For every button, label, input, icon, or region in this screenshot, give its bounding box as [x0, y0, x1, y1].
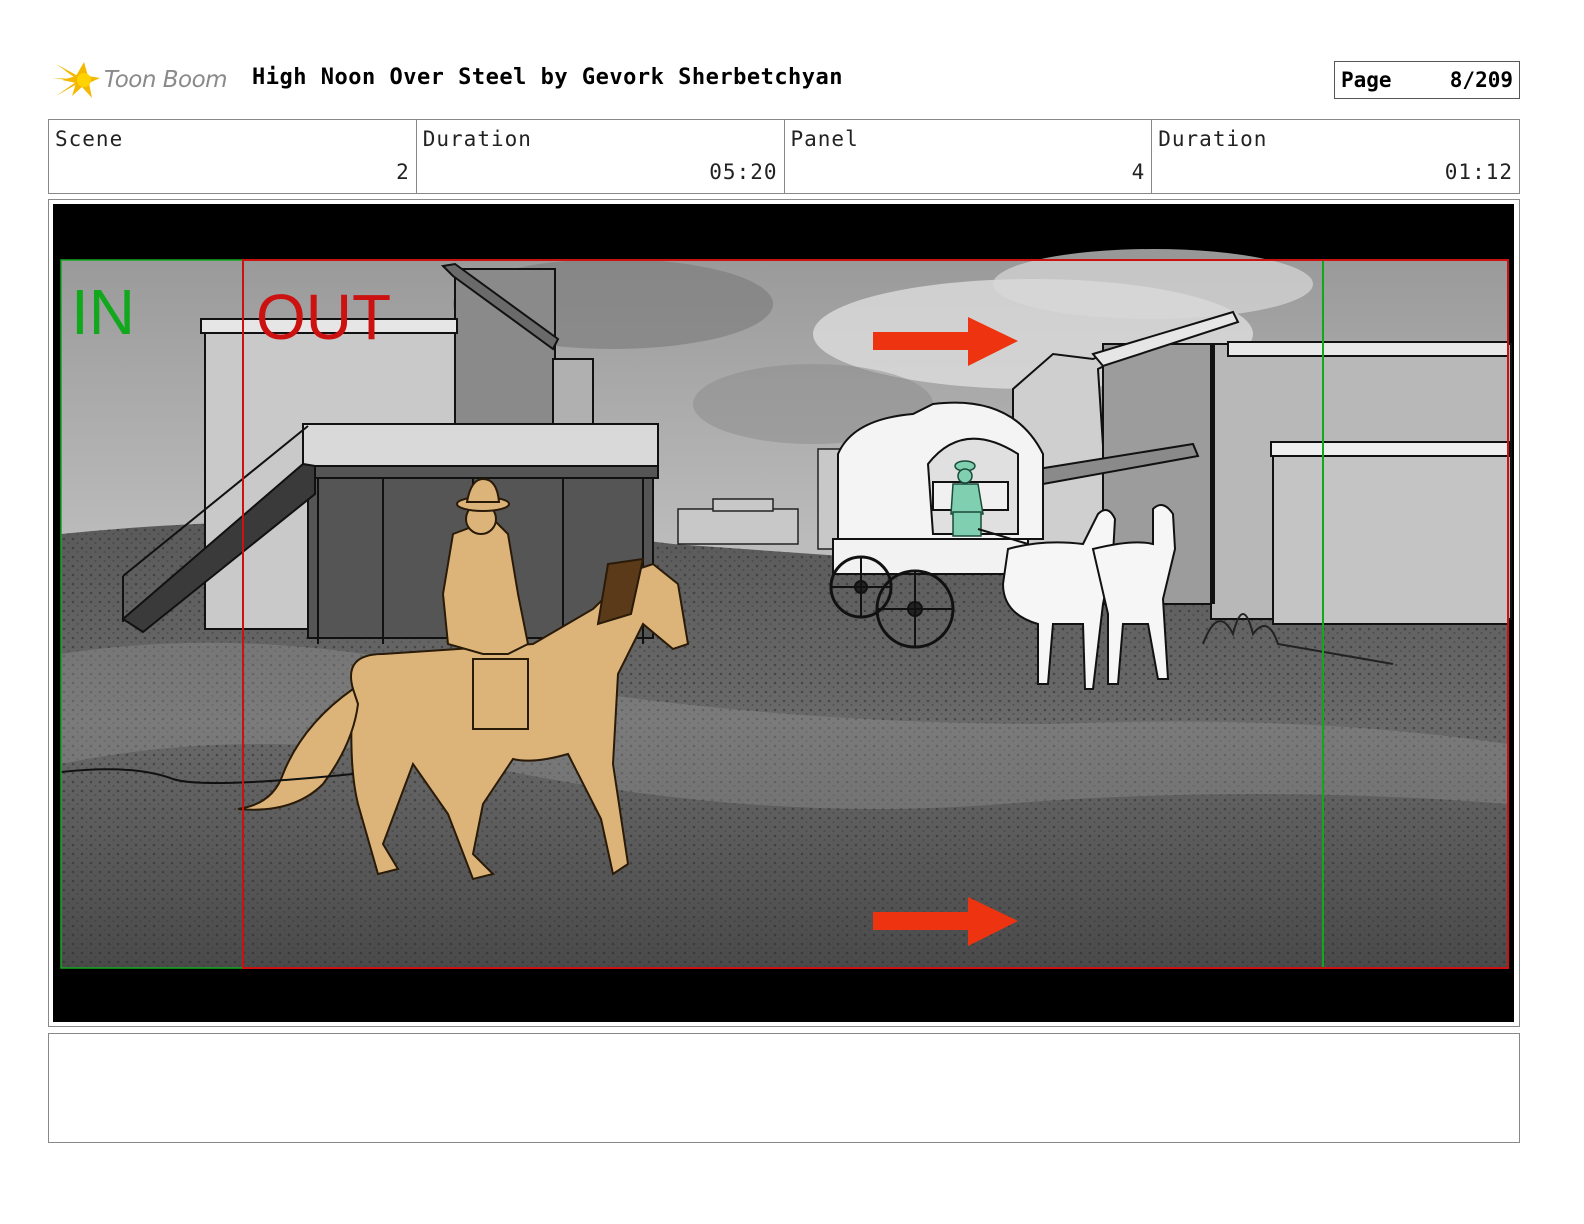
in-label: IN — [71, 276, 135, 348]
panel-value: 4 — [1131, 160, 1146, 184]
panel-frame: IN OUT — [48, 199, 1520, 1027]
scene-duration-cell: Duration 05:20 — [417, 120, 785, 193]
page-number: 8/209 — [1449, 68, 1513, 92]
panel-notes-box[interactable] — [48, 1033, 1520, 1143]
storyboard-title: High Noon Over Steel by Gevork Sherbetch… — [252, 65, 844, 90]
storyboard-panel-image: IN OUT — [53, 204, 1514, 1022]
starburst-icon — [52, 62, 100, 98]
panel-drawing: IN OUT — [53, 204, 1514, 1022]
scene-value: 2 — [396, 160, 410, 184]
panel-label: Panel — [790, 127, 859, 151]
panel-duration-value: 01:12 — [1444, 160, 1513, 184]
scene-duration-label: Duration — [422, 127, 532, 151]
panel-duration-cell: Duration 01:12 — [1152, 120, 1519, 193]
scene-label: Scene — [55, 127, 124, 151]
scene-info-row: Scene 2 Duration 05:20 Panel 4 Duration … — [48, 119, 1520, 194]
logo-text: Toon Boom — [104, 67, 228, 93]
page-indicator: Page 8/209 — [1334, 61, 1520, 99]
panel-duration-label: Duration — [1158, 127, 1268, 151]
scene-cell: Scene 2 — [49, 120, 417, 193]
page-label: Page — [1341, 68, 1392, 92]
page-header: Toon Boom High Noon Over Steel by Gevork… — [48, 56, 1520, 104]
toon-boom-logo: Toon Boom — [52, 56, 242, 104]
panel-cell: Panel 4 — [785, 120, 1153, 193]
scene-duration-value: 05:20 — [709, 160, 778, 184]
out-label: OUT — [256, 281, 391, 353]
